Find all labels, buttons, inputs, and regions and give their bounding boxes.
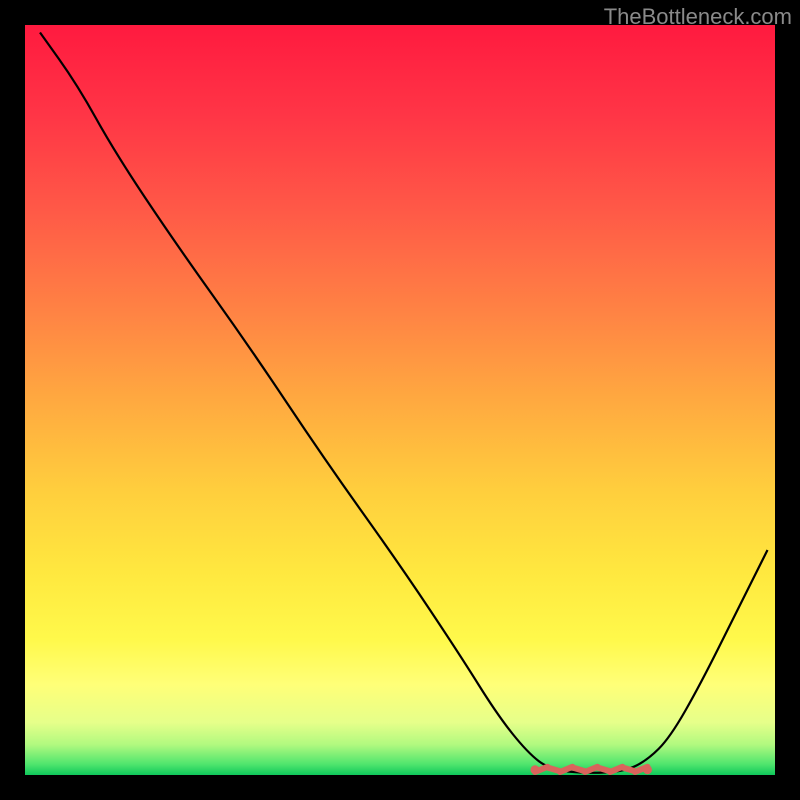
chart-container: TheBottleneck.com — [0, 0, 800, 800]
chart-svg — [25, 25, 775, 775]
gradient-background — [25, 25, 775, 775]
attribution-label: TheBottleneck.com — [604, 4, 792, 30]
plot-area — [25, 25, 775, 775]
